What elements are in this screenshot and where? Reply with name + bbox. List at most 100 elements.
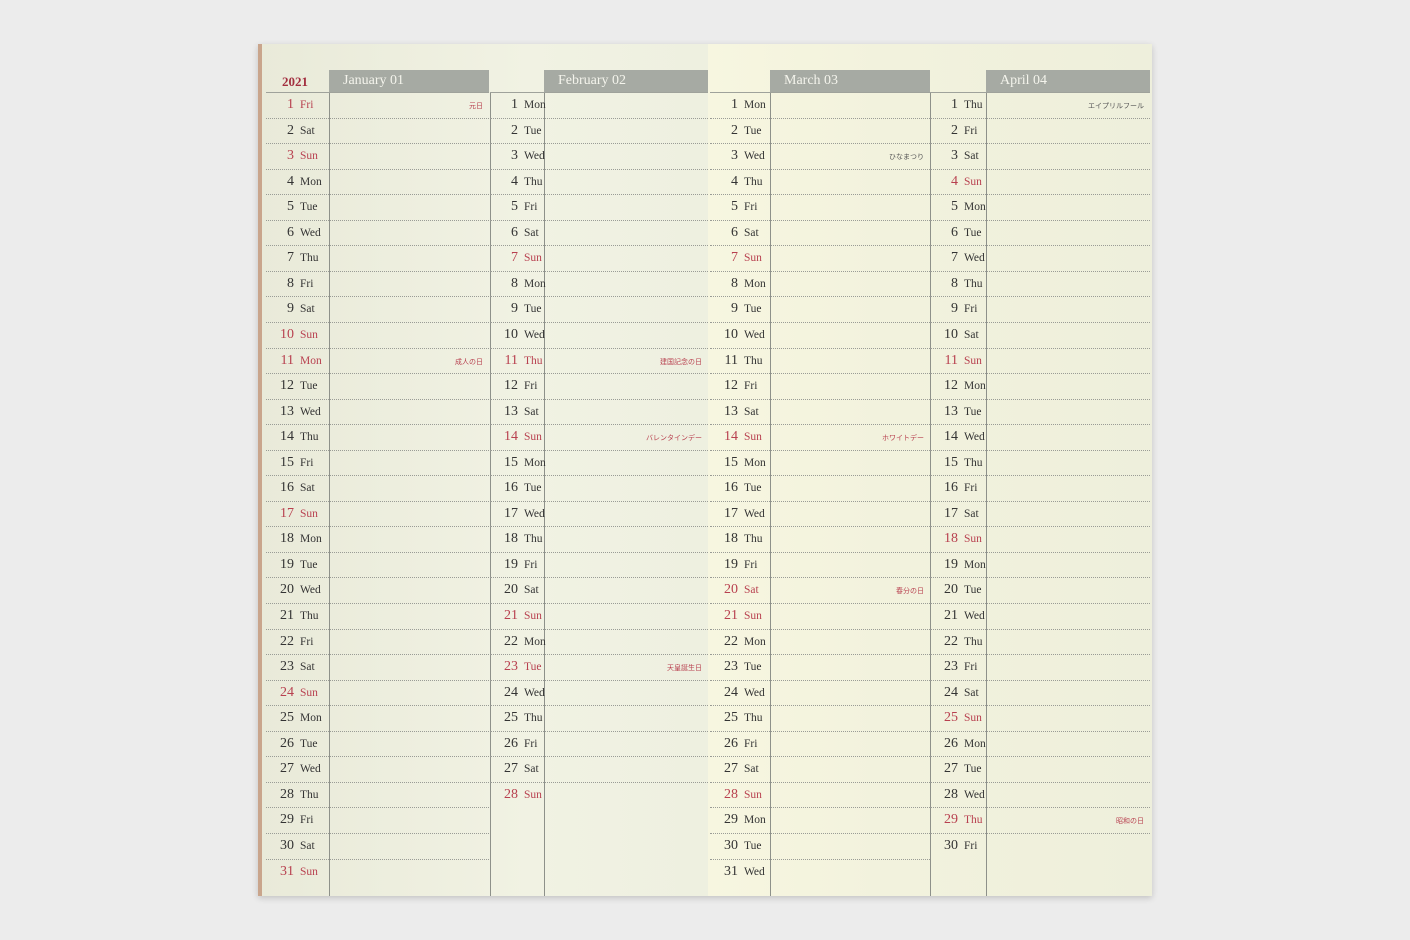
day-row[interactable]: 27 Sat (710, 756, 930, 781)
day-row[interactable]: 5 Tue (266, 194, 489, 219)
day-row[interactable]: 3 Sun (266, 143, 489, 168)
day-row[interactable]: 19 Fri (490, 551, 708, 577)
day-row[interactable]: 6 Tue (930, 219, 1150, 245)
day-row[interactable]: 5 Mon (930, 194, 1150, 219)
day-row[interactable]: 7 Wed (930, 245, 1150, 270)
day-row[interactable]: 23 Fri (930, 654, 1150, 679)
day-row[interactable]: 16 Tue (490, 475, 708, 500)
day-row[interactable]: 23 Tue (710, 654, 930, 679)
day-row[interactable]: 9 Fri (930, 296, 1150, 321)
day-row[interactable]: 7 Thu (266, 245, 489, 270)
day-row[interactable]: 30 Sat (266, 832, 489, 858)
day-row[interactable]: 22 Thu (930, 628, 1150, 654)
day-row[interactable]: 1 Mon (490, 92, 708, 117)
day-row[interactable]: 21 Sun (490, 603, 708, 628)
day-row[interactable]: 20 Sat (490, 577, 708, 602)
day-row[interactable]: 27 Sat (490, 756, 708, 781)
day-row[interactable]: 17 Wed (710, 500, 930, 526)
day-row[interactable]: 24 Wed (490, 679, 708, 705)
day-row[interactable]: 27 Wed (266, 756, 489, 781)
day-row[interactable]: 2 Sat (266, 117, 489, 143)
day-row[interactable]: 11 Thu (710, 347, 930, 373)
day-row[interactable]: 19 Fri (710, 551, 930, 577)
day-row[interactable]: 1 Fri (266, 92, 489, 117)
day-row[interactable]: 10 Wed (490, 321, 708, 347)
day-row[interactable]: 6 Wed (266, 219, 489, 245)
day-row[interactable]: 8 Fri (266, 270, 489, 296)
day-row[interactable]: 9 Tue (710, 296, 930, 321)
day-row[interactable]: 14 Wed (930, 424, 1150, 449)
day-row[interactable]: 26 Tue (266, 730, 489, 756)
day-row[interactable]: 12 Fri (710, 373, 930, 398)
day-row[interactable]: 22 Mon (490, 628, 708, 654)
day-row[interactable]: 21 Wed (930, 603, 1150, 628)
day-row[interactable]: 28 Sun (490, 781, 708, 807)
day-row[interactable]: 25 Thu (490, 705, 708, 730)
day-row[interactable]: 18 Thu (490, 526, 708, 551)
day-row[interactable]: 24 Sun (266, 679, 489, 705)
day-row[interactable]: 13 Tue (930, 398, 1150, 424)
day-row[interactable]: 30 Tue (710, 832, 930, 858)
day-row[interactable]: 18 Thu (710, 526, 930, 551)
day-row[interactable]: 16 Sat (266, 475, 489, 500)
day-row[interactable]: 26 Fri (710, 730, 930, 756)
day-row[interactable]: 16 Fri (930, 475, 1150, 500)
day-row[interactable]: 12 Mon (930, 373, 1150, 398)
day-row[interactable]: 11 Sun (930, 347, 1150, 373)
day-row[interactable]: 4 Mon (266, 168, 489, 194)
day-row[interactable]: 4 Sun (930, 168, 1150, 194)
day-row[interactable]: 14 Thu (266, 424, 489, 449)
day-row[interactable]: 7 Sun (710, 245, 930, 270)
day-row[interactable]: 19 Mon (930, 551, 1150, 577)
day-row[interactable]: 21 Thu (266, 603, 489, 628)
day-row[interactable]: 18 Mon (266, 526, 489, 551)
day-row[interactable]: 12 Tue (266, 373, 489, 398)
day-row[interactable]: 13 Sat (490, 398, 708, 424)
day-row[interactable]: 16 Tue (710, 475, 930, 500)
day-row[interactable]: 10 Sun (266, 321, 489, 347)
day-row[interactable]: 23 Sat (266, 654, 489, 679)
day-row[interactable]: 8 Thu (930, 270, 1150, 296)
day-row[interactable]: 3 Sat (930, 143, 1150, 168)
day-row[interactable]: 13 Sat (710, 398, 930, 424)
day-row[interactable]: 17 Wed (490, 500, 708, 526)
day-row[interactable]: 26 Fri (490, 730, 708, 756)
day-row[interactable]: 2 Tue (710, 117, 930, 143)
day-row[interactable]: 4 Thu (710, 168, 930, 194)
day-row[interactable]: 29 Mon (710, 807, 930, 832)
day-row[interactable]: 15 Fri (266, 449, 489, 475)
day-row[interactable]: 15 Thu (930, 449, 1150, 475)
day-row[interactable]: 28 Wed (930, 781, 1150, 807)
day-row[interactable]: 22 Mon (710, 628, 930, 654)
day-row[interactable]: 25 Mon (266, 705, 489, 730)
day-row[interactable]: 26 Mon (930, 730, 1150, 756)
day-row[interactable]: 24 Sat (930, 679, 1150, 705)
day-row[interactable]: 4 Thu (490, 168, 708, 194)
day-row[interactable]: 31 Sun (266, 858, 489, 884)
day-row[interactable]: 7 Sun (490, 245, 708, 270)
day-row[interactable]: 12 Fri (490, 373, 708, 398)
day-row[interactable]: 8 Mon (710, 270, 930, 296)
day-row[interactable]: 24 Wed (710, 679, 930, 705)
day-row[interactable]: 6 Sat (710, 219, 930, 245)
day-row[interactable]: 21 Sun (710, 603, 930, 628)
day-row[interactable]: 2 Fri (930, 117, 1150, 143)
day-row[interactable]: 20 Tue (930, 577, 1150, 602)
day-row[interactable]: 28 Thu (266, 781, 489, 807)
day-row[interactable]: 13 Wed (266, 398, 489, 424)
day-row[interactable]: 5 Fri (710, 194, 930, 219)
day-row[interactable]: 15 Mon (710, 449, 930, 475)
day-row[interactable]: 9 Tue (490, 296, 708, 321)
day-row[interactable]: 9 Sat (266, 296, 489, 321)
day-row[interactable]: 20 Wed (266, 577, 489, 602)
day-row[interactable]: 31 Wed (710, 858, 930, 884)
day-row[interactable]: 2 Tue (490, 117, 708, 143)
day-row[interactable]: 5 Fri (490, 194, 708, 219)
day-row[interactable]: 30 Fri (930, 832, 1150, 858)
day-row[interactable]: 17 Sun (266, 500, 489, 526)
day-row[interactable]: 8 Mon (490, 270, 708, 296)
day-row[interactable]: 18 Sun (930, 526, 1150, 551)
day-row[interactable]: 15 Mon (490, 449, 708, 475)
day-row[interactable]: 28 Sun (710, 781, 930, 807)
day-row[interactable]: 3 Wed (490, 143, 708, 168)
